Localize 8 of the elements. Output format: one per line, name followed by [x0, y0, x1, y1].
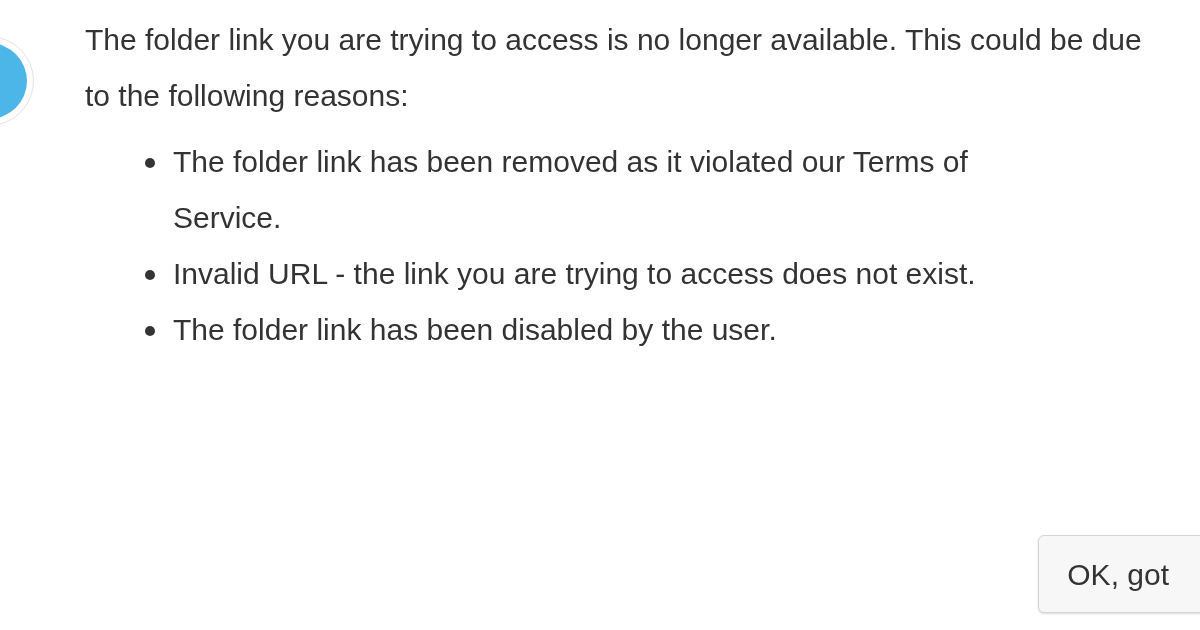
reason-text: The folder link has been removed as it violated our Terms of Service.: [173, 144, 969, 236]
dialog-message: The folder link you are trying to access is no longer available. This could be due to the following reasons:: [85, 22, 1143, 114]
bullet-icon: [145, 158, 155, 168]
bullet-icon: [145, 326, 155, 336]
ok-button[interactable]: OK, got: [1038, 535, 1200, 613]
reason-text: Invalid URL - the link you are trying to access does not exist.: [173, 256, 977, 292]
reason-text: The folder link has been disabled by the user.: [173, 312, 778, 348]
bullet-icon: [145, 270, 155, 280]
